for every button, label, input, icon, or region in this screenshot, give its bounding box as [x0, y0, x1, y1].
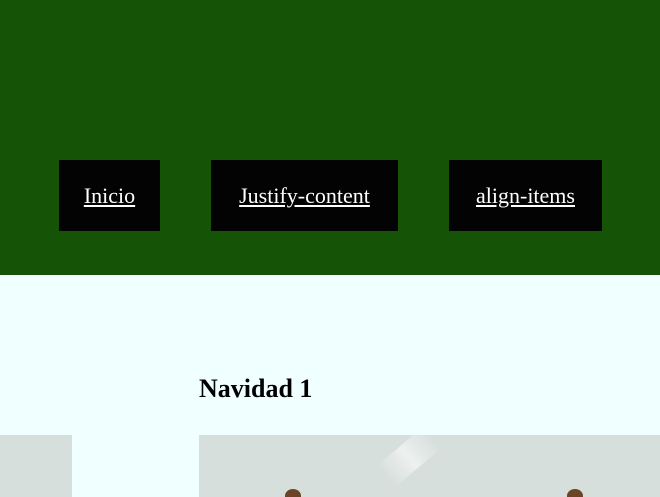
- nav-link-justify-content[interactable]: Justify-content: [239, 183, 370, 209]
- image-partial-left: [0, 435, 72, 497]
- nav-button-inicio[interactable]: Inicio: [59, 160, 160, 231]
- nav-button-align-items[interactable]: align-items: [449, 160, 602, 231]
- image-detail-left: [285, 489, 301, 497]
- nav-button-justify-content[interactable]: Justify-content: [211, 160, 398, 231]
- christmas-image: [199, 435, 660, 497]
- watermark-graphic: [377, 435, 441, 488]
- header-banner: Inicio Justify-content align-items: [0, 0, 660, 275]
- image-detail-right: [567, 489, 583, 497]
- nav-link-align-items[interactable]: align-items: [476, 183, 575, 209]
- nav-link-inicio[interactable]: Inicio: [84, 183, 135, 209]
- section-heading: Navidad 1: [199, 374, 313, 403]
